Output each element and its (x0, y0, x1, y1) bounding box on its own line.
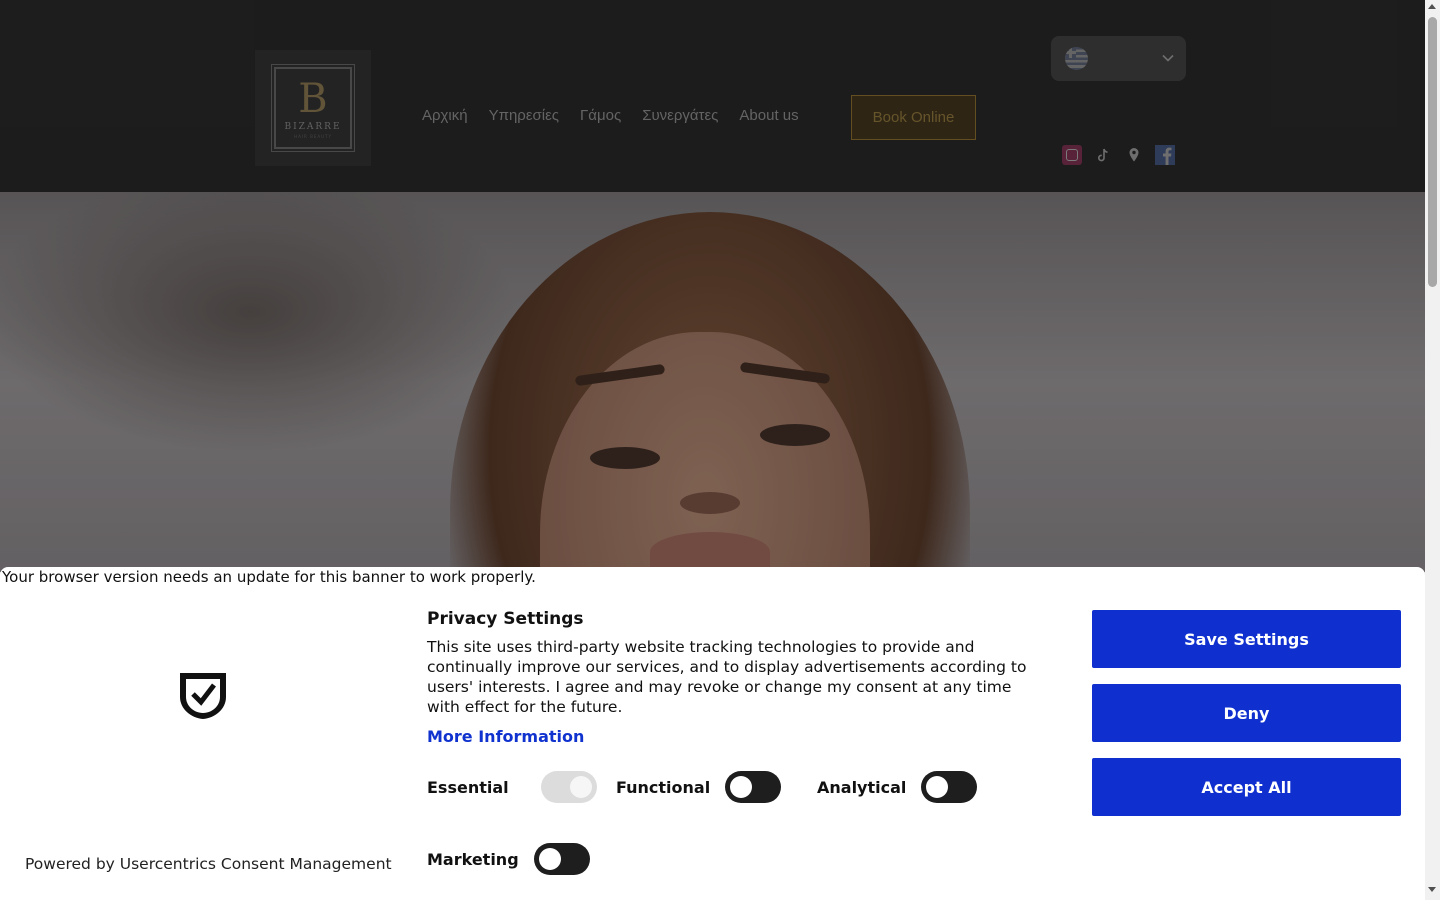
powered-by-text[interactable]: Powered by Usercentrics Consent Manageme… (25, 855, 392, 873)
scrollbar[interactable] (1425, 0, 1440, 900)
privacy-description: This site uses third-party website track… (427, 638, 1027, 716)
functional-toggle-row: Functional (616, 771, 782, 803)
deny-button[interactable]: Deny (1092, 684, 1401, 742)
functional-label: Functional (616, 777, 711, 797)
scroll-up-arrow-icon[interactable] (1428, 4, 1436, 9)
analytical-toggle-row: Analytical (817, 771, 978, 803)
essential-toggle (540, 771, 597, 803)
browser-update-note: Your browser version needs an update for… (2, 568, 536, 586)
analytical-toggle[interactable] (921, 771, 978, 803)
essential-toggle-row: Essential (427, 771, 597, 803)
accept-all-button[interactable]: Accept All (1092, 758, 1401, 816)
privacy-settings-title: Privacy Settings (427, 609, 584, 629)
scrollbar-thumb[interactable] (1428, 17, 1437, 287)
consent-banner: Your browser version needs an update for… (0, 567, 1425, 900)
functional-toggle[interactable] (725, 771, 782, 803)
scroll-down-arrow-icon[interactable] (1428, 887, 1436, 892)
save-settings-button[interactable]: Save Settings (1092, 610, 1401, 668)
shield-check-icon (180, 673, 226, 719)
marketing-toggle[interactable] (533, 843, 590, 875)
marketing-label: Marketing (427, 849, 519, 869)
essential-label: Essential (427, 777, 509, 797)
analytical-label: Analytical (817, 777, 907, 797)
more-information-link[interactable]: More Information (427, 727, 584, 746)
marketing-toggle-row: Marketing (427, 843, 590, 875)
